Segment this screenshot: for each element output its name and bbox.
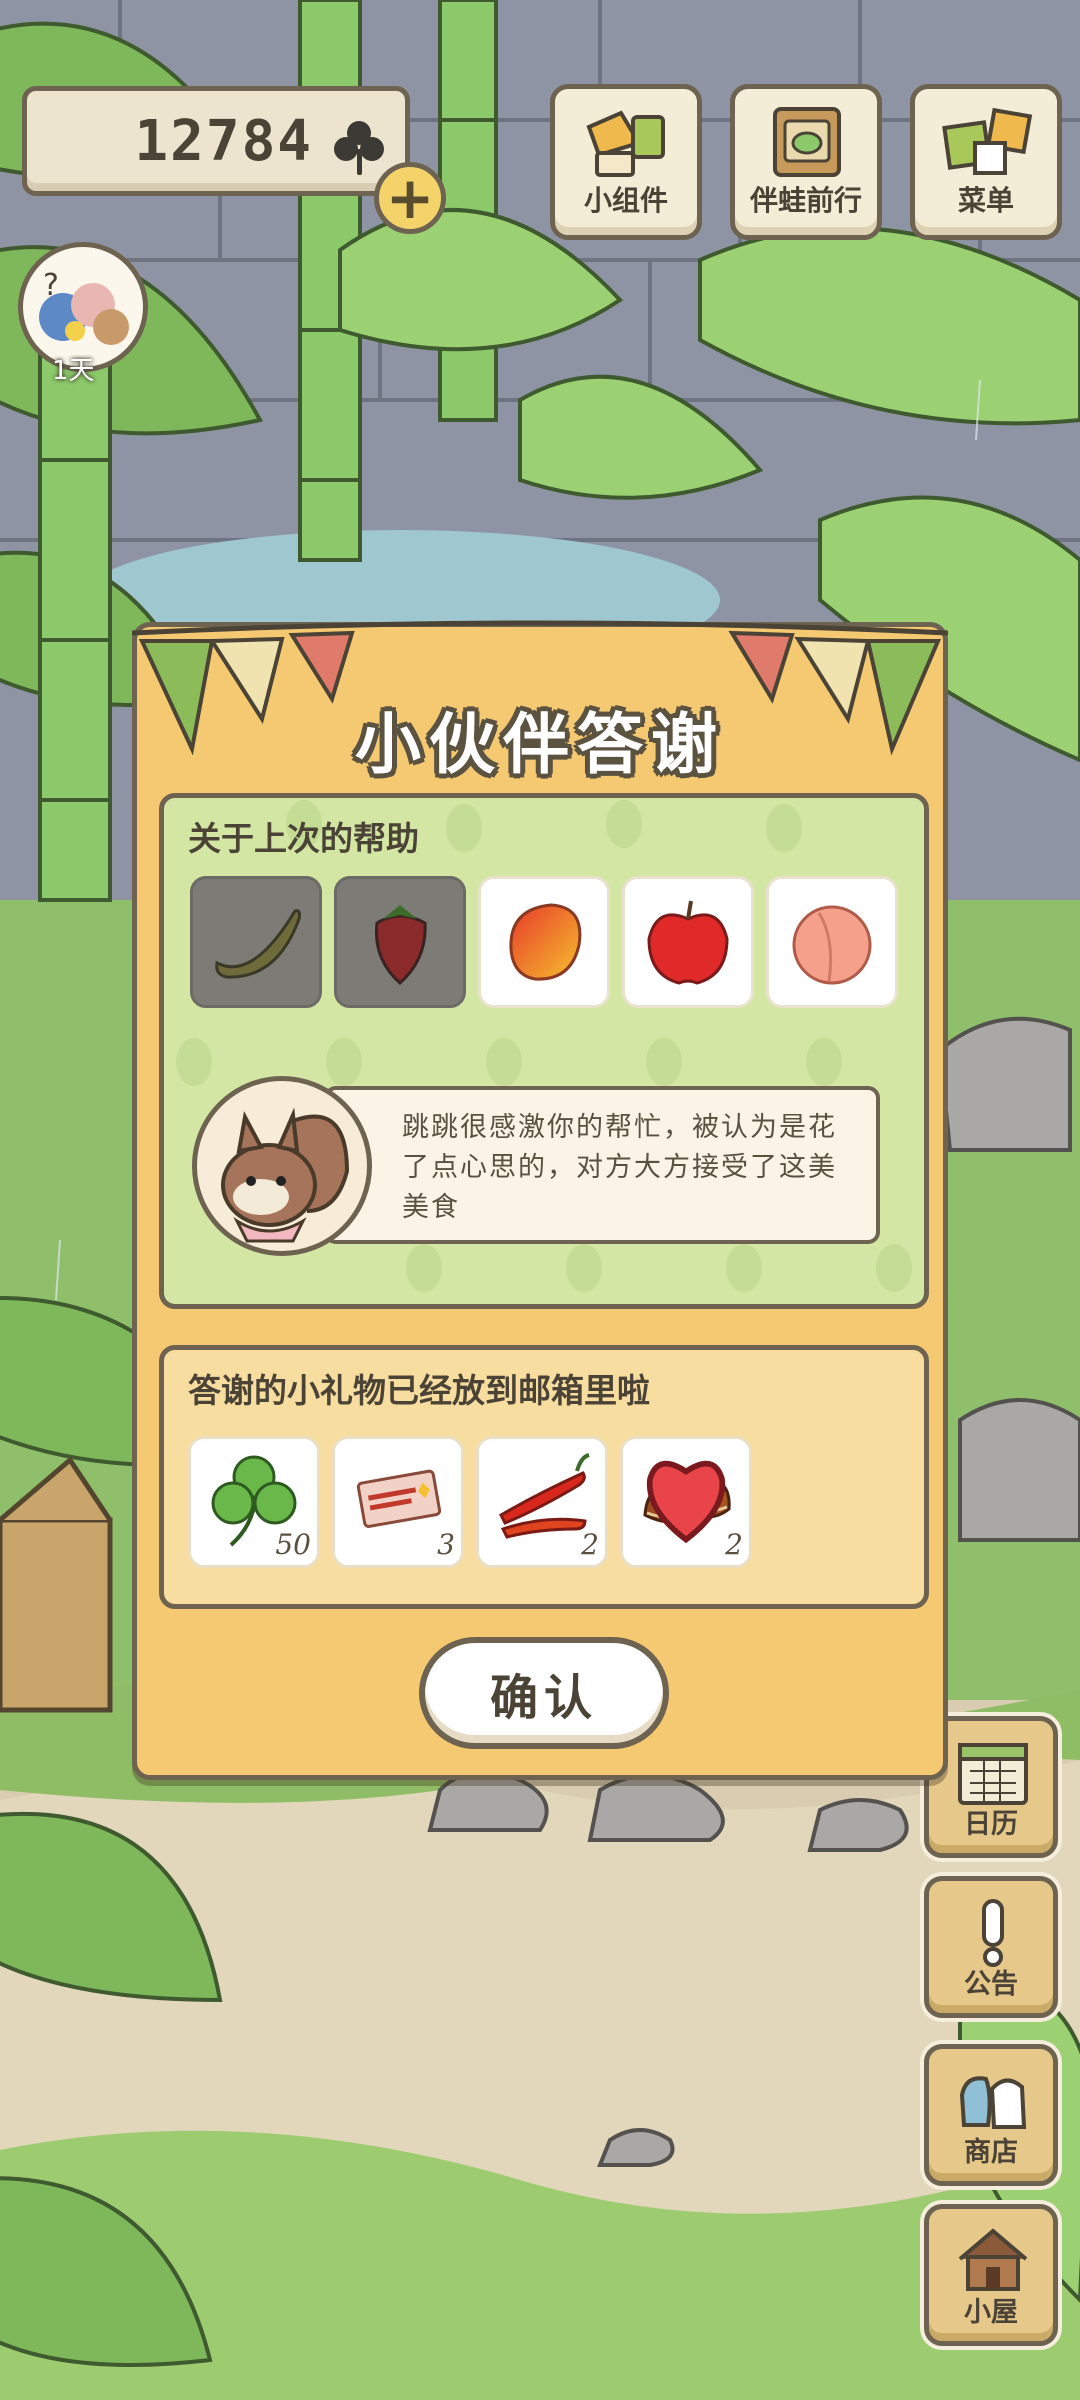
frog-journey-button[interactable]: 伴蛙前行	[730, 84, 882, 240]
widget-button[interactable]: 小组件	[550, 84, 702, 240]
notice-button[interactable]: 公告	[924, 1876, 1058, 2018]
banana-icon	[215, 909, 301, 979]
shop-button[interactable]: 商店	[924, 2044, 1058, 2186]
widget-icon	[586, 110, 665, 177]
menu-label: 菜单	[957, 184, 1014, 217]
gift-count-chili: 2	[581, 1528, 599, 1561]
house-label: 小屋	[964, 2297, 1018, 2328]
help-item-mango	[478, 876, 610, 1008]
gift-item-ticket: 3	[332, 1436, 464, 1568]
squirrel-icon	[221, 1107, 350, 1243]
confirm-button[interactable]: 确认	[419, 1637, 669, 1749]
svg-text:?: ?	[43, 268, 59, 303]
gift-item-clover: 50	[188, 1436, 320, 1568]
help-item-strawberry	[334, 876, 466, 1008]
clover-icon	[334, 121, 384, 175]
house-button[interactable]: 小屋	[924, 2204, 1058, 2346]
dialog-title: 小伙伴答谢	[355, 706, 725, 783]
thanks-dialog: 小伙伴答谢 关于上次的帮助 跳跳很感激你的帮忙，被认为是花了点心思的，对方大方接…	[132, 620, 948, 1780]
add-clover-button[interactable]: +	[374, 162, 446, 234]
help-item-banana	[190, 876, 322, 1008]
frog-journey-icon	[773, 107, 841, 177]
shop-icon	[959, 2076, 1027, 2129]
notice-icon	[982, 1899, 1004, 1967]
clover-counter: 12784	[22, 86, 410, 196]
gift-heading: 答谢的小礼物已经放到邮箱里啦	[188, 1371, 650, 1410]
chili-icon	[499, 1453, 590, 1539]
visitor-days-label: 1天	[52, 356, 95, 386]
house-icon	[958, 2228, 1028, 2291]
clover-count: 12784	[134, 109, 313, 174]
help-item-peach	[766, 876, 898, 1008]
gift-count-ticket: 3	[437, 1528, 455, 1561]
message-box: 跳跳很感激你的帮忙，被认为是花了点心思的，对方大方接受了这美美食	[324, 1086, 880, 1244]
frog-journey-label: 伴蛙前行	[749, 184, 862, 217]
friend-avatar	[192, 1076, 372, 1256]
thanks-message: 跳跳很感激你的帮忙，被认为是花了点心思的，对方大方接受了这美美食	[402, 1112, 837, 1223]
ticket-icon	[356, 1469, 442, 1528]
notice-label: 公告	[964, 1969, 1018, 2000]
help-section: 关于上次的帮助 跳跳很感激你的帮忙，被认为是花了点心思的，对方大方接受了这美美食	[159, 793, 929, 1309]
mango-icon	[509, 903, 582, 981]
gift-section: 答谢的小礼物已经放到邮箱里啦 50 3 2 2	[159, 1345, 929, 1609]
menu-button[interactable]: 菜单	[910, 84, 1062, 240]
menu-icon	[942, 107, 1033, 175]
apple-icon	[647, 900, 729, 985]
calendar-icon	[958, 1743, 1028, 1805]
strawberry-icon	[374, 905, 427, 986]
gift-count-clover: 50	[275, 1528, 311, 1561]
help-item-apple	[622, 876, 754, 1008]
heart-icon	[646, 1460, 726, 1544]
widget-label: 小组件	[583, 184, 668, 217]
calendar-label: 日历	[964, 1809, 1018, 1840]
peach-icon	[792, 905, 872, 985]
gift-item-chestnut: 2	[620, 1436, 752, 1568]
help-heading: 关于上次的帮助	[188, 819, 419, 858]
gift-item-chili: 2	[476, 1436, 608, 1568]
shop-label: 商店	[964, 2137, 1018, 2168]
